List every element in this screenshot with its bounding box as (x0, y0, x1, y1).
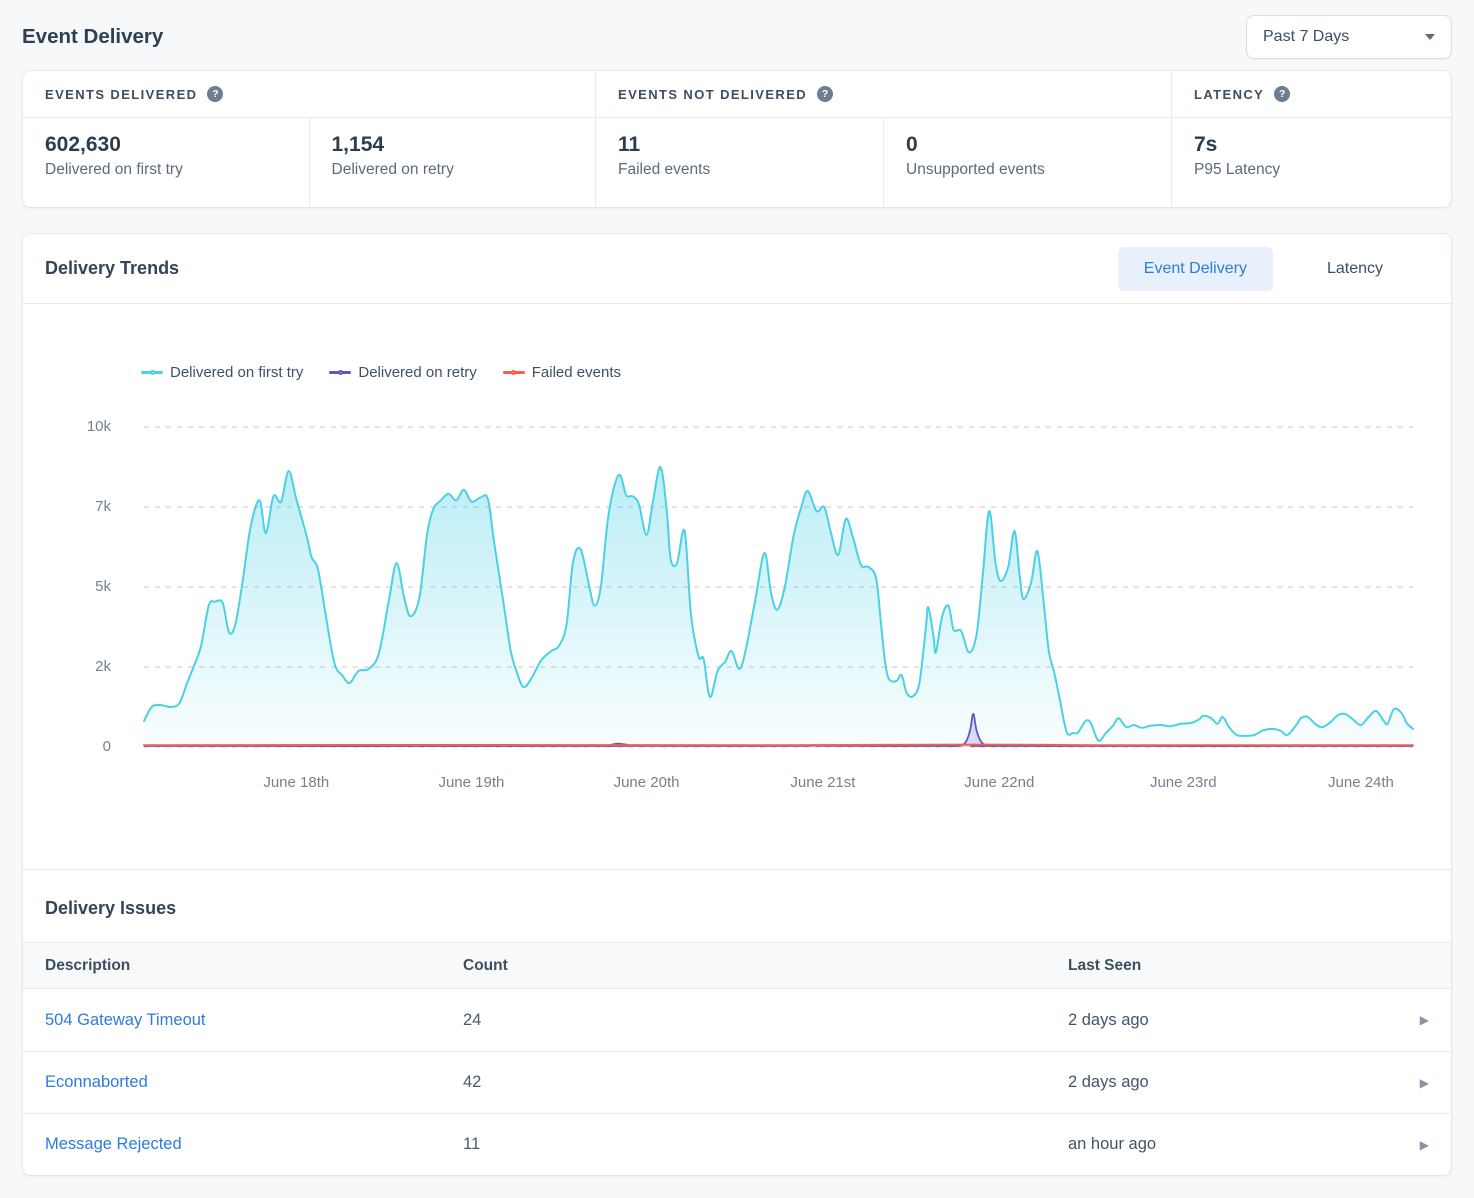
issue-last-seen: 2 days ago (1068, 1073, 1405, 1092)
stat-cell: 7s P95 Latency (1172, 118, 1451, 207)
chevron-right-icon[interactable]: ▶ (1420, 1013, 1429, 1027)
svg-text:June 22nd: June 22nd (964, 774, 1034, 791)
issue-count: 42 (463, 1073, 1068, 1092)
tab-event-delivery[interactable]: Event Delivery (1118, 247, 1273, 291)
help-icon[interactable]: ? (1274, 86, 1290, 102)
stat-group-latency: LATENCY ? 7s P95 Latency (1171, 71, 1451, 207)
trends-tabs: Event Delivery Latency (1118, 247, 1409, 291)
series-marker-icon (329, 371, 351, 374)
trend-chart-svg: 0 2k 5k 7k 10k June 18th June 19th June 20th Jun… (23, 404, 1453, 809)
stat-value: 11 (618, 133, 883, 157)
svg-text:June 21st: June 21st (790, 774, 856, 791)
table-row[interactable]: 504 Gateway Timeout 24 2 days ago ▶ (23, 989, 1451, 1051)
issue-count: 24 (463, 1011, 1068, 1030)
stat-value: 602,630 (45, 133, 309, 157)
stat-cell: 11 Failed events (596, 118, 883, 207)
series-marker-icon (503, 371, 525, 374)
help-icon[interactable]: ? (207, 86, 223, 102)
chevron-right-icon[interactable]: ▶ (1420, 1076, 1429, 1090)
issue-link[interactable]: Message Rejected (45, 1135, 463, 1154)
page-header: Event Delivery Past 7 Days (22, 0, 1452, 70)
stat-cell: 602,630 Delivered on first try (23, 118, 309, 207)
stat-cell: 1,154 Delivered on retry (309, 118, 596, 207)
chart-legend: Delivered on first try Delivered on retr… (141, 360, 1451, 384)
event-delivery-page: Event Delivery Past 7 Days EVENTS DELIVE… (0, 0, 1474, 1176)
legend-label: Failed events (532, 364, 621, 381)
stat-label: P95 Latency (1194, 161, 1451, 179)
stat-label: Delivered on first try (45, 161, 309, 179)
table-row[interactable]: Message Rejected 11 an hour ago ▶ (23, 1113, 1451, 1175)
time-range-value: Past 7 Days (1263, 28, 1349, 46)
stat-group-title: LATENCY (1194, 87, 1264, 102)
page-title: Event Delivery (22, 25, 163, 49)
table-row[interactable]: Econnaborted 42 2 days ago ▶ (23, 1051, 1451, 1113)
chevron-down-icon (1425, 34, 1435, 40)
trends-title: Delivery Trends (45, 258, 179, 279)
issues-table-header: Description Count Last Seen (23, 942, 1451, 989)
legend-label: Delivered on first try (170, 364, 303, 381)
stat-cell: 0 Unsupported events (883, 118, 1171, 207)
issue-link[interactable]: 504 Gateway Timeout (45, 1011, 463, 1030)
stat-label: Unsupported events (906, 161, 1171, 179)
issue-last-seen: an hour ago (1068, 1135, 1405, 1154)
svg-text:10k: 10k (87, 418, 112, 435)
stat-group-title: EVENTS NOT DELIVERED (618, 87, 807, 102)
delivery-trends-chart: Delivered on first try Delivered on retr… (23, 304, 1451, 869)
stats-card: EVENTS DELIVERED ? 602,630 Delivered on … (22, 70, 1452, 208)
stat-group-events-not-delivered: EVENTS NOT DELIVERED ? 11 Failed events … (595, 71, 1171, 207)
issue-count: 11 (463, 1135, 1068, 1154)
issues-title: Delivery Issues (45, 898, 1429, 919)
stat-group-events-delivered: EVENTS DELIVERED ? 602,630 Delivered on … (23, 71, 595, 207)
time-range-select[interactable]: Past 7 Days (1246, 15, 1452, 59)
svg-text:2k: 2k (95, 658, 111, 675)
stat-label: Delivered on retry (332, 161, 596, 179)
help-icon[interactable]: ? (817, 86, 833, 102)
column-header-count: Count (463, 957, 1068, 975)
stat-label: Failed events (618, 161, 883, 179)
legend-item-first-try[interactable]: Delivered on first try (141, 364, 303, 381)
series-marker-icon (141, 371, 163, 374)
svg-text:7k: 7k (95, 498, 111, 515)
delivery-trends-card: Delivery Trends Event Delivery Latency D… (22, 233, 1452, 1176)
stat-value: 1,154 (332, 133, 596, 157)
chevron-right-icon[interactable]: ▶ (1420, 1138, 1429, 1152)
legend-item-retry[interactable]: Delivered on retry (329, 364, 476, 381)
svg-text:0: 0 (103, 738, 111, 755)
stat-value: 7s (1194, 133, 1451, 157)
svg-text:June 24th: June 24th (1328, 774, 1394, 791)
issue-link[interactable]: Econnaborted (45, 1073, 463, 1092)
svg-text:June 23rd: June 23rd (1150, 774, 1217, 791)
stat-value: 0 (906, 133, 1171, 157)
stat-group-title: EVENTS DELIVERED (45, 87, 197, 102)
svg-text:5k: 5k (95, 578, 111, 595)
legend-label: Delivered on retry (358, 364, 476, 381)
svg-text:June 20th: June 20th (614, 774, 680, 791)
legend-item-failed[interactable]: Failed events (503, 364, 621, 381)
delivery-issues-section: Delivery Issues Description Count Last S… (23, 870, 1451, 1175)
issue-last-seen: 2 days ago (1068, 1011, 1405, 1030)
column-header-description: Description (45, 957, 463, 975)
svg-text:June 19th: June 19th (438, 774, 504, 791)
svg-text:June 18th: June 18th (263, 774, 329, 791)
column-header-last-seen: Last Seen (1068, 957, 1405, 975)
tab-latency[interactable]: Latency (1301, 247, 1409, 291)
trends-header: Delivery Trends Event Delivery Latency (23, 234, 1451, 304)
